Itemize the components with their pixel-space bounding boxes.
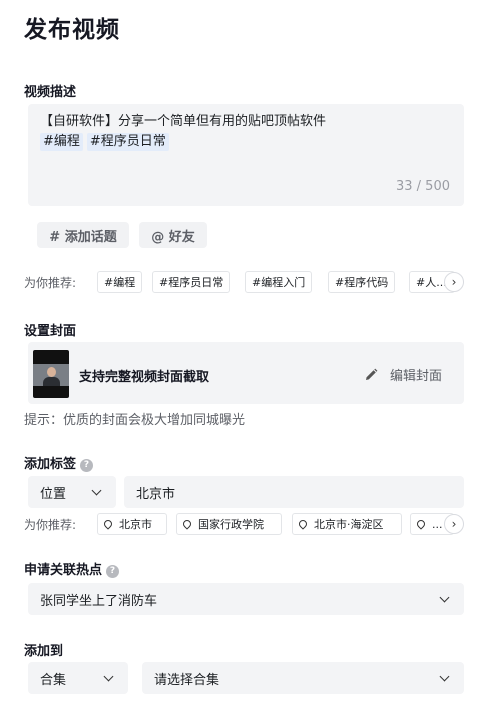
location-pin-icon <box>181 518 193 530</box>
tags-label: 添加标签? <box>24 453 94 472</box>
chevron-down-icon <box>439 592 450 602</box>
description-tags: #编程 #程序员日常 <box>40 133 452 151</box>
topic-chip[interactable]: #程序员日常 <box>152 271 231 293</box>
hotspot-select[interactable]: 张同学坐上了消防车 <box>28 583 464 615</box>
location-value: 北京市 <box>136 486 176 502</box>
description-label: 视频描述 <box>24 85 77 100</box>
scroll-right-icon[interactable]: › <box>444 514 464 534</box>
help-icon[interactable]: ? <box>106 564 120 578</box>
add-to-type-select[interactable]: 合集 <box>28 662 128 694</box>
description-input[interactable]: 【自研软件】分享一个简单但有用的贴吧顶帖软件 #编程 #程序员日常 33 / 5… <box>28 104 464 206</box>
pencil-icon <box>365 368 378 380</box>
add-topic-button[interactable]: # 添加话题 <box>37 222 129 248</box>
edit-cover-button[interactable]: 编辑封面 <box>364 365 442 384</box>
location-chip[interactable]: 国家行政学院 <box>176 513 282 535</box>
cover-panel: 支持完整视频封面截取 编辑封面 <box>28 342 464 404</box>
edit-cover-label: 编辑封面 <box>389 369 442 384</box>
topic-chip[interactable]: #程序代码 <box>328 271 396 293</box>
cover-title: 支持完整视频封面截取 <box>79 370 210 385</box>
page-title: 发布视频 <box>24 17 120 43</box>
topic-chip[interactable]: #编程 <box>97 271 143 293</box>
cover-hint: 提示：优质的封面会极大增加同城曝光 <box>24 413 246 428</box>
collection-select[interactable]: 请选择合集 <box>142 662 464 694</box>
description-text: 【自研软件】分享一个简单但有用的贴吧顶帖软件 <box>40 114 327 129</box>
chevron-down-icon <box>439 671 450 681</box>
cover-label: 设置封面 <box>24 324 77 339</box>
tag-type-select[interactable]: 位置 <box>28 476 116 508</box>
chevron-down-icon <box>91 485 102 495</box>
cover-thumbnail[interactable] <box>33 350 69 398</box>
scroll-right-icon[interactable]: › <box>444 272 464 292</box>
location-pin-icon <box>102 518 114 530</box>
location-chip[interactable]: 北京市 <box>97 513 167 535</box>
collection-placeholder: 请选择合集 <box>154 672 220 688</box>
topic-chip[interactable]: #编程入门 <box>245 271 313 293</box>
chevron-down-icon <box>103 671 114 681</box>
char-count: 33 / 500 <box>396 179 450 194</box>
description-tag[interactable]: #程序员日常 <box>86 133 169 151</box>
help-icon[interactable]: ? <box>80 458 94 472</box>
description-tag[interactable]: #编程 <box>40 133 83 151</box>
location-input[interactable]: 北京市 <box>124 476 464 508</box>
recommend-topics-label: 为你推荐: <box>24 276 77 290</box>
mention-friend-button[interactable]: @ 好友 <box>139 222 207 248</box>
add-to-label: 添加到 <box>24 644 64 659</box>
tag-type-value: 位置 <box>40 486 67 502</box>
add-to-type-value: 合集 <box>40 672 67 688</box>
location-chip[interactable]: 北京市·海淀区 <box>292 513 402 535</box>
location-pin-icon <box>415 518 427 530</box>
hotspot-value: 张同学坐上了消防车 <box>40 593 158 609</box>
hotspot-label: 申请关联热点? <box>24 559 120 578</box>
location-pin-icon <box>297 518 309 530</box>
recommend-locations-label: 为你推荐: <box>24 518 77 532</box>
